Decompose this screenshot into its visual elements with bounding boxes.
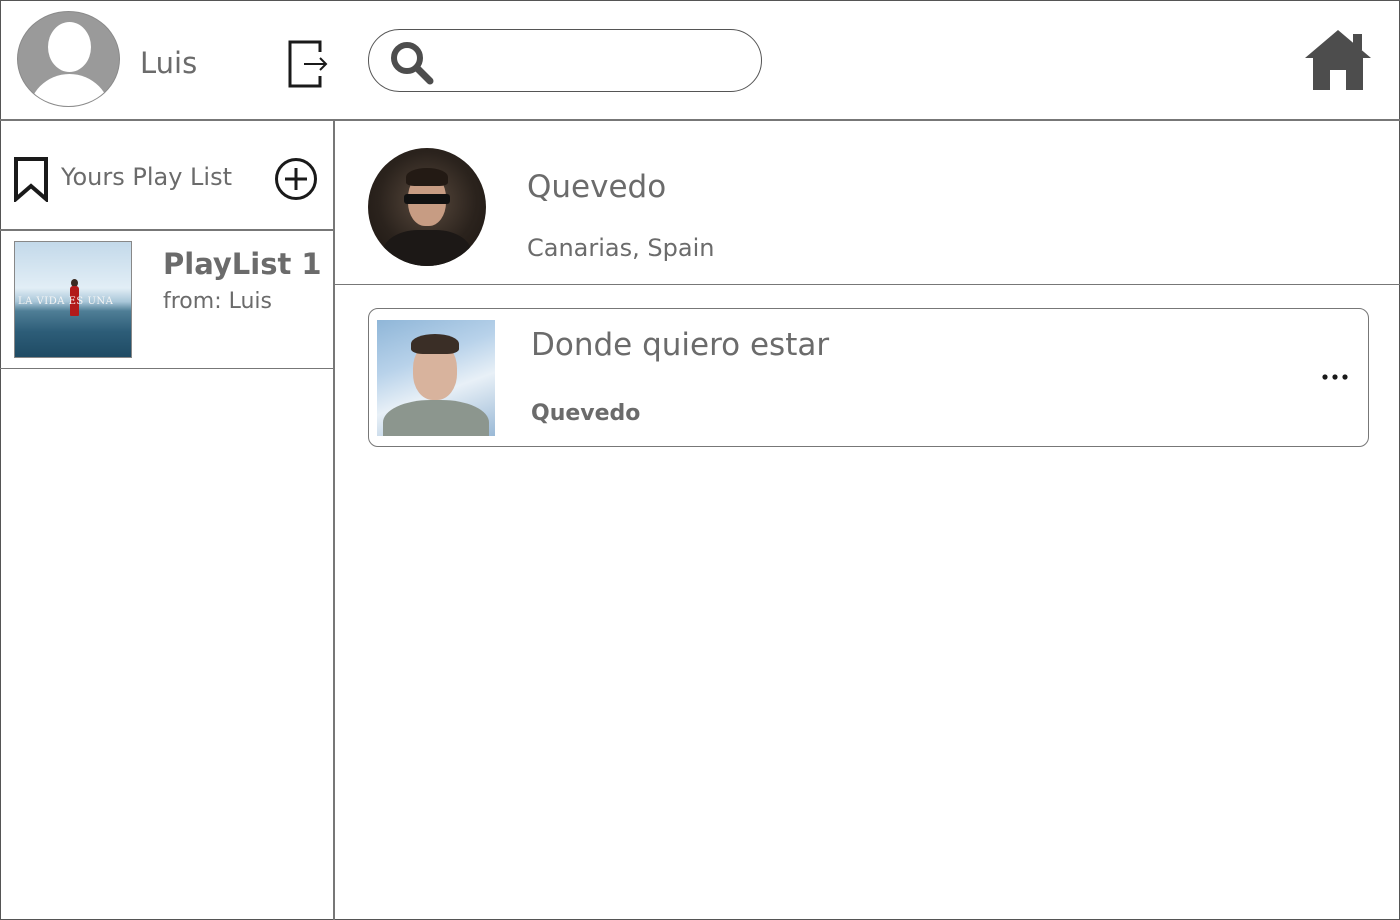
playlist-sidebar: Yours Play List LA VIDA ES UNA PlayList … (0, 121, 335, 920)
photo-sunglasses (404, 194, 450, 204)
search-icon[interactable] (389, 40, 435, 86)
playlist-item[interactable]: LA VIDA ES UNA PlayList 1 from: Luis (0, 231, 333, 369)
home-icon (1305, 30, 1371, 90)
logout-button[interactable] (286, 38, 330, 90)
user-avatar[interactable] (17, 11, 120, 107)
logout-icon (288, 40, 328, 88)
playlist-owner: from: Luis (163, 289, 272, 314)
song-title: Donde quiero estar (531, 327, 830, 363)
home-button[interactable] (1303, 26, 1373, 92)
artist-photo (368, 148, 486, 266)
avatar-head (48, 22, 91, 72)
photo-shirt (382, 230, 472, 266)
top-bar: Luis (0, 0, 1400, 121)
song-card[interactable]: Donde quiero estar Quevedo (368, 308, 1369, 447)
artist-location: Canarias, Spain (527, 234, 715, 262)
artist-header: Quevedo Canarias, Spain (335, 121, 1400, 285)
cover-hoodie (383, 400, 489, 436)
photo-hair (406, 168, 448, 186)
search-bar[interactable] (368, 29, 762, 92)
playlist-title: PlayList 1 (163, 247, 322, 281)
more-options-button[interactable] (1319, 367, 1351, 387)
sidebar-header: Yours Play List (0, 121, 333, 231)
playlist-cover: LA VIDA ES UNA (14, 241, 132, 358)
artist-name: Quevedo (527, 169, 667, 205)
sidebar-title: Yours Play List (61, 163, 232, 191)
song-artist[interactable]: Quevedo (531, 401, 640, 426)
username-label: Luis (140, 46, 198, 80)
song-cover (377, 320, 495, 436)
avatar-body (28, 74, 111, 106)
add-playlist-button[interactable] (274, 157, 318, 201)
cover-hair (411, 334, 459, 354)
bookmark-icon (14, 157, 48, 202)
search-input[interactable] (445, 42, 745, 80)
cover-text: LA VIDA ES UNA (18, 296, 114, 307)
